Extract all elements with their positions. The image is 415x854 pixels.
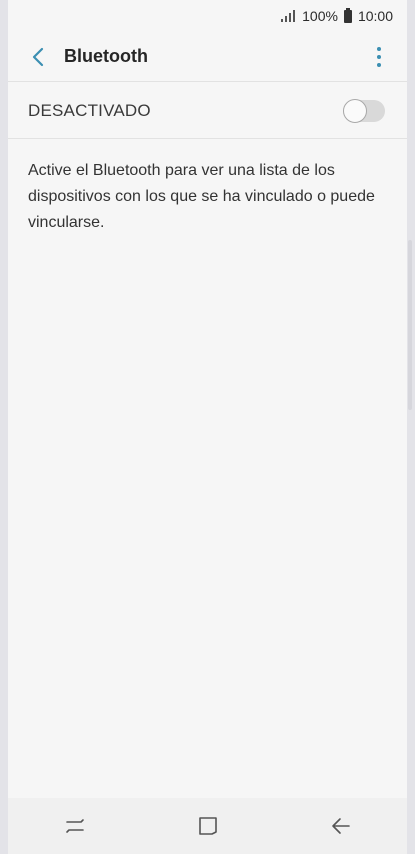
bluetooth-switch[interactable] [343,98,385,123]
more-vertical-icon [377,47,381,51]
top-bar: Bluetooth [8,32,407,82]
navigation-bar [8,798,407,854]
switch-knob [343,98,367,123]
battery-icon [343,7,352,23]
device-frame: 100% 10:00 Bluetooth DESACTIVADO Active … [0,0,415,854]
back-chevron-icon [32,47,44,66]
back-button[interactable] [18,37,58,77]
side-button [408,240,412,410]
back-nav-button[interactable] [317,802,365,850]
battery-percent: 100% [302,8,338,24]
clock: 10:00 [357,8,393,24]
signal-icon [281,10,296,22]
status-bar: 100% 10:00 [8,0,407,32]
more-options-button[interactable] [367,45,391,69]
back-arrow-icon [331,818,350,834]
home-button[interactable] [184,802,232,850]
bluetooth-status-label: DESACTIVADO [28,100,151,120]
bluetooth-toggle-row[interactable]: DESACTIVADO [8,83,407,139]
recent-apps-icon [65,819,84,833]
home-icon [198,817,217,835]
bluetooth-description: Active el Bluetooth para ver una lista d… [28,162,375,231]
page-title: Bluetooth [64,46,148,66]
screen: 100% 10:00 Bluetooth DESACTIVADO Active … [8,0,407,854]
recent-apps-button[interactable] [51,802,99,850]
